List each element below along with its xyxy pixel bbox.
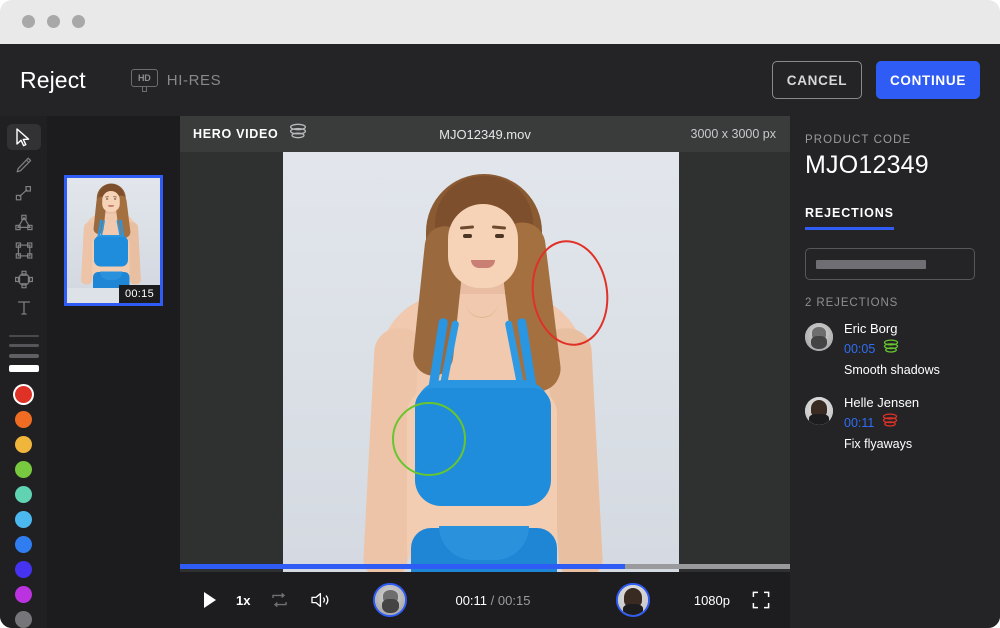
tool-rail: [0, 116, 47, 628]
hi-res-indicator: HD HI-RES: [131, 69, 221, 92]
stage-header: HERO VIDEO MJO12349.mov 3000 x 3000 px: [180, 116, 790, 152]
quality-button[interactable]: 1080p: [694, 593, 730, 608]
timeline-marker-eric-borg[interactable]: [373, 583, 407, 617]
hd-badge-label: HD: [138, 73, 151, 83]
app-body: Reject HD HI-RES CANCEL CONTINUE: [0, 44, 1000, 628]
window-minimize-button[interactable]: [47, 15, 60, 28]
color-swatch-light-blue[interactable]: [15, 511, 32, 528]
header-actions: CANCEL CONTINUE: [772, 44, 980, 116]
layers-icon: [288, 123, 308, 145]
product-code-label: PRODUCT CODE: [805, 134, 985, 146]
window-titlebar: [0, 0, 1000, 44]
app-window: Reject HD HI-RES CANCEL CONTINUE: [0, 0, 1000, 628]
select-tool[interactable]: [7, 124, 41, 150]
layers-icon: [882, 339, 900, 359]
thumbnail-panel: 00:15: [47, 116, 180, 628]
list-item[interactable]: Eric Borg 00:05 Smooth shad: [805, 321, 985, 377]
rejection-author: Helle Jensen: [844, 395, 919, 410]
stage-label: HERO VIDEO: [193, 127, 279, 141]
fullscreen-icon[interactable]: [752, 591, 770, 609]
loop-icon[interactable]: [270, 592, 289, 608]
video-progress-fill: [180, 564, 625, 569]
avatar: [805, 397, 833, 425]
time-separator: /: [491, 593, 495, 608]
avatar: [618, 585, 648, 615]
video-viewport[interactable]: [180, 152, 790, 592]
product-code-value: MJO12349: [805, 151, 985, 180]
color-swatch-indigo[interactable]: [15, 561, 32, 578]
video-progress-bar[interactable]: [180, 564, 790, 569]
color-swatch-gray[interactable]: [15, 611, 32, 628]
list-item[interactable]: Helle Jensen 00:11 Fix flya: [805, 395, 985, 451]
polygon-tool[interactable]: [7, 209, 41, 235]
rejection-note-input[interactable]: [805, 248, 975, 280]
page-title: Reject: [20, 67, 86, 94]
rejection-count: 2 REJECTIONS: [805, 297, 985, 309]
stroke-medium[interactable]: [9, 344, 39, 347]
rejection-author: Eric Borg: [844, 321, 940, 336]
avatar: [805, 323, 833, 351]
rectangle-tool[interactable]: [7, 238, 41, 264]
panel-tabs: REJECTIONS: [805, 206, 985, 230]
color-swatch-red[interactable]: [15, 386, 32, 403]
layers-icon: [881, 413, 899, 433]
pencil-tool[interactable]: [7, 152, 41, 178]
color-swatch-blue[interactable]: [15, 536, 32, 553]
playback-speed-button[interactable]: 1x: [236, 593, 250, 608]
stroke-thin[interactable]: [9, 335, 39, 337]
rejection-list: Eric Borg 00:05 Smooth shad: [805, 321, 985, 451]
current-time: 00:11: [455, 593, 487, 608]
rejection-timecode[interactable]: 00:11: [844, 416, 874, 430]
app-header: Reject HD HI-RES CANCEL CONTINUE: [0, 44, 1000, 116]
timeline-marker-helle-jensen[interactable]: [616, 583, 650, 617]
video-image: [283, 152, 679, 592]
volume-icon[interactable]: [309, 591, 331, 609]
cancel-button[interactable]: CANCEL: [772, 61, 862, 99]
hi-res-label: HI-RES: [167, 72, 221, 89]
details-panel: PRODUCT CODE MJO12349 REJECTIONS 2 REJEC…: [790, 116, 1000, 628]
video-stage: HERO VIDEO MJO12349.mov 3000 x 3000 px: [180, 116, 790, 628]
rejection-text: Fix flyaways: [844, 437, 919, 451]
annotation-ellipse-green[interactable]: [392, 402, 466, 476]
total-time: 00:15: [498, 593, 531, 608]
time-display: 00:11 / 00:15: [455, 593, 530, 608]
window-close-button[interactable]: [22, 15, 35, 28]
window-controls: [22, 15, 85, 28]
play-button[interactable]: [202, 591, 218, 609]
color-swatch-magenta[interactable]: [15, 586, 32, 603]
video-player-bar: 1x 00:11 / 00:15: [180, 572, 790, 628]
video-dimensions: 3000 x 3000 px: [691, 127, 777, 141]
color-swatch-orange[interactable]: [15, 411, 32, 428]
thumbnail-duration-badge: 00:15: [119, 285, 160, 303]
stroke-thick[interactable]: [9, 354, 39, 358]
continue-button[interactable]: CONTINUE: [876, 61, 980, 99]
avatar: [375, 585, 405, 615]
ellipse-tool[interactable]: [7, 266, 41, 292]
window-maximize-button[interactable]: [72, 15, 85, 28]
note-placeholder: [816, 260, 926, 269]
color-swatch-amber[interactable]: [15, 436, 32, 453]
line-tool[interactable]: [7, 181, 41, 207]
stroke-thickest[interactable]: [9, 365, 39, 372]
color-swatch-group: [15, 386, 32, 628]
text-tool[interactable]: [7, 294, 41, 320]
clip-thumbnail[interactable]: 00:15: [64, 175, 163, 306]
tab-rejections[interactable]: REJECTIONS: [805, 206, 894, 230]
video-frame: [283, 152, 679, 592]
rejection-text: Smooth shadows: [844, 363, 940, 377]
color-swatch-green[interactable]: [15, 461, 32, 478]
stroke-width-group: [9, 335, 39, 372]
hd-monitor-icon: HD: [131, 69, 158, 92]
color-swatch-teal[interactable]: [15, 486, 32, 503]
rejection-timecode[interactable]: 00:05: [844, 342, 875, 356]
